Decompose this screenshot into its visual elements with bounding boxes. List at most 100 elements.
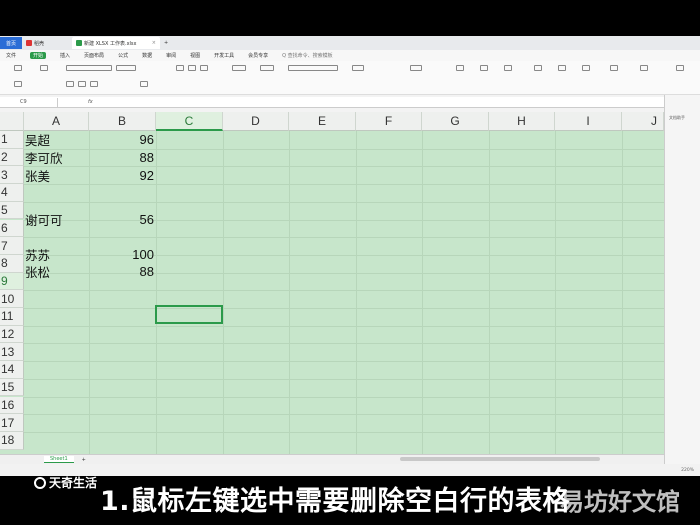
menu-view[interactable]: 视图 bbox=[190, 52, 200, 59]
column-header-j[interactable]: J bbox=[622, 112, 664, 131]
copy-icon[interactable] bbox=[14, 81, 22, 87]
row-header-8[interactable]: 8 bbox=[0, 254, 24, 273]
column-header-g[interactable]: G bbox=[422, 112, 489, 131]
home-tab[interactable]: 首页 bbox=[0, 37, 22, 49]
table-style-icon[interactable] bbox=[410, 65, 422, 71]
sheet-tab-sheet1[interactable]: Sheet1 bbox=[44, 456, 74, 463]
row-header-2[interactable]: 2 bbox=[0, 148, 24, 167]
row-header-7[interactable]: 7 bbox=[0, 237, 24, 255]
row-header-18[interactable]: 18 bbox=[0, 431, 24, 450]
menu-insert[interactable]: 插入 bbox=[60, 52, 70, 59]
menu-home[interactable]: 开始 bbox=[30, 52, 47, 59]
row-header-17[interactable]: 17 bbox=[0, 414, 24, 432]
merge-cells-icon[interactable] bbox=[232, 65, 246, 71]
column-header-h[interactable]: H bbox=[489, 112, 555, 131]
add-sheet-button[interactable]: + bbox=[82, 457, 86, 463]
fill-color-icon[interactable] bbox=[140, 81, 148, 87]
menu-page-layout[interactable]: 页面布局 bbox=[84, 52, 104, 59]
formula-input[interactable] bbox=[93, 98, 700, 107]
underline-icon[interactable] bbox=[90, 81, 98, 87]
menu-file[interactable]: 文件 bbox=[6, 52, 16, 59]
menu-review[interactable]: 审阅 bbox=[166, 52, 176, 59]
row-header-9[interactable]: 9 bbox=[0, 272, 24, 291]
cell-icon[interactable] bbox=[558, 65, 566, 71]
gridline bbox=[223, 131, 224, 454]
filter-icon[interactable] bbox=[480, 65, 488, 71]
spreadsheet-grid[interactable]: A B C D E F G H I J 1 2 3 4 5 6 7 8 9 10… bbox=[0, 112, 664, 454]
gridline bbox=[24, 343, 664, 345]
column-header-a[interactable]: A bbox=[24, 112, 89, 131]
column-header-d[interactable]: D bbox=[223, 112, 289, 131]
row-header-12[interactable]: 12 bbox=[0, 325, 24, 344]
zoom-level[interactable]: 220% bbox=[681, 468, 694, 473]
menu-formulas[interactable]: 公式 bbox=[118, 52, 128, 59]
tab-docer[interactable]: 稻壳 bbox=[22, 37, 72, 49]
horizontal-scrollbar[interactable] bbox=[400, 457, 600, 461]
column-header-f[interactable]: F bbox=[356, 112, 422, 131]
cell-b8[interactable]: 88 bbox=[89, 255, 156, 281]
font-select[interactable] bbox=[66, 65, 112, 71]
row-header-14[interactable]: 14 bbox=[0, 361, 24, 379]
row-header-5[interactable]: 5 bbox=[0, 201, 24, 220]
cell-a6[interactable] bbox=[25, 220, 89, 238]
italic-icon[interactable] bbox=[78, 81, 86, 87]
font-size-select[interactable] bbox=[116, 65, 136, 71]
align-right-icon[interactable] bbox=[200, 65, 208, 71]
bold-icon[interactable] bbox=[66, 81, 74, 87]
cell-a8[interactable]: 张松 bbox=[25, 255, 89, 281]
fill-icon[interactable] bbox=[534, 65, 542, 71]
new-tab-button[interactable]: + bbox=[160, 37, 172, 49]
status-bar: 220% bbox=[0, 464, 700, 476]
row-column-icon[interactable] bbox=[582, 65, 590, 71]
row-header-11[interactable]: 11 bbox=[0, 308, 24, 326]
name-box[interactable]: C9 bbox=[0, 97, 58, 107]
conditional-format-icon[interactable] bbox=[352, 65, 364, 71]
align-left-icon[interactable] bbox=[176, 65, 184, 71]
cell-b2[interactable]: 88 bbox=[89, 149, 156, 167]
wrap-text-icon[interactable] bbox=[260, 65, 274, 71]
column-header-c[interactable]: C bbox=[156, 112, 223, 131]
fx-icon[interactable]: fx bbox=[58, 99, 93, 105]
cell-a2[interactable]: 李可欣 bbox=[25, 149, 89, 167]
worksheet-icon[interactable] bbox=[610, 65, 618, 71]
gridline bbox=[24, 308, 664, 309]
search-command[interactable]: Q 查找命令、搜索模板 bbox=[282, 52, 333, 59]
cell-b1[interactable]: 96 bbox=[89, 131, 156, 149]
channel-watermark: 天奇生活 bbox=[34, 474, 97, 491]
gridline bbox=[24, 325, 664, 327]
menu-developer[interactable]: 开发工具 bbox=[214, 52, 234, 59]
tab-workbook[interactable]: 新建 XLSX 工作表.xlsx × bbox=[72, 37, 160, 49]
gridline bbox=[24, 396, 664, 398]
row-header-10[interactable]: 10 bbox=[0, 290, 24, 308]
cell-b6[interactable] bbox=[89, 220, 156, 238]
row-header-4[interactable]: 4 bbox=[0, 184, 24, 202]
menu-member[interactable]: 会员专享 bbox=[248, 52, 268, 59]
active-cell-c9[interactable] bbox=[155, 305, 223, 324]
sort-icon[interactable] bbox=[504, 65, 512, 71]
column-header-i[interactable]: I bbox=[555, 112, 622, 131]
cell-b3[interactable]: 92 bbox=[89, 166, 156, 184]
find-icon[interactable] bbox=[676, 65, 684, 71]
menu-data[interactable]: 数据 bbox=[142, 52, 152, 59]
gridline bbox=[24, 290, 664, 292]
number-format-select[interactable] bbox=[288, 65, 338, 71]
cell-a4[interactable] bbox=[25, 184, 89, 202]
row-header-1[interactable]: 1 bbox=[0, 131, 24, 149]
row-header-15[interactable]: 15 bbox=[0, 378, 24, 397]
column-header-b[interactable]: B bbox=[89, 112, 156, 131]
sum-icon[interactable] bbox=[456, 65, 464, 71]
freeze-panes-icon[interactable] bbox=[640, 65, 648, 71]
cell-b4[interactable] bbox=[89, 184, 156, 202]
column-header-e[interactable]: E bbox=[289, 112, 356, 131]
align-center-icon[interactable] bbox=[188, 65, 196, 71]
row-header-3[interactable]: 3 bbox=[0, 166, 24, 185]
format-painter-icon[interactable] bbox=[40, 65, 48, 71]
row-header-13[interactable]: 13 bbox=[0, 343, 24, 362]
cell-a3[interactable]: 张美 bbox=[25, 166, 89, 184]
row-header-16[interactable]: 16 bbox=[0, 396, 24, 415]
row-header-6[interactable]: 6 bbox=[0, 219, 24, 238]
close-icon[interactable]: × bbox=[152, 40, 156, 46]
cut-icon[interactable] bbox=[14, 65, 22, 71]
cell-a1[interactable]: 吴超 bbox=[25, 131, 89, 149]
select-all-corner[interactable] bbox=[0, 112, 24, 131]
